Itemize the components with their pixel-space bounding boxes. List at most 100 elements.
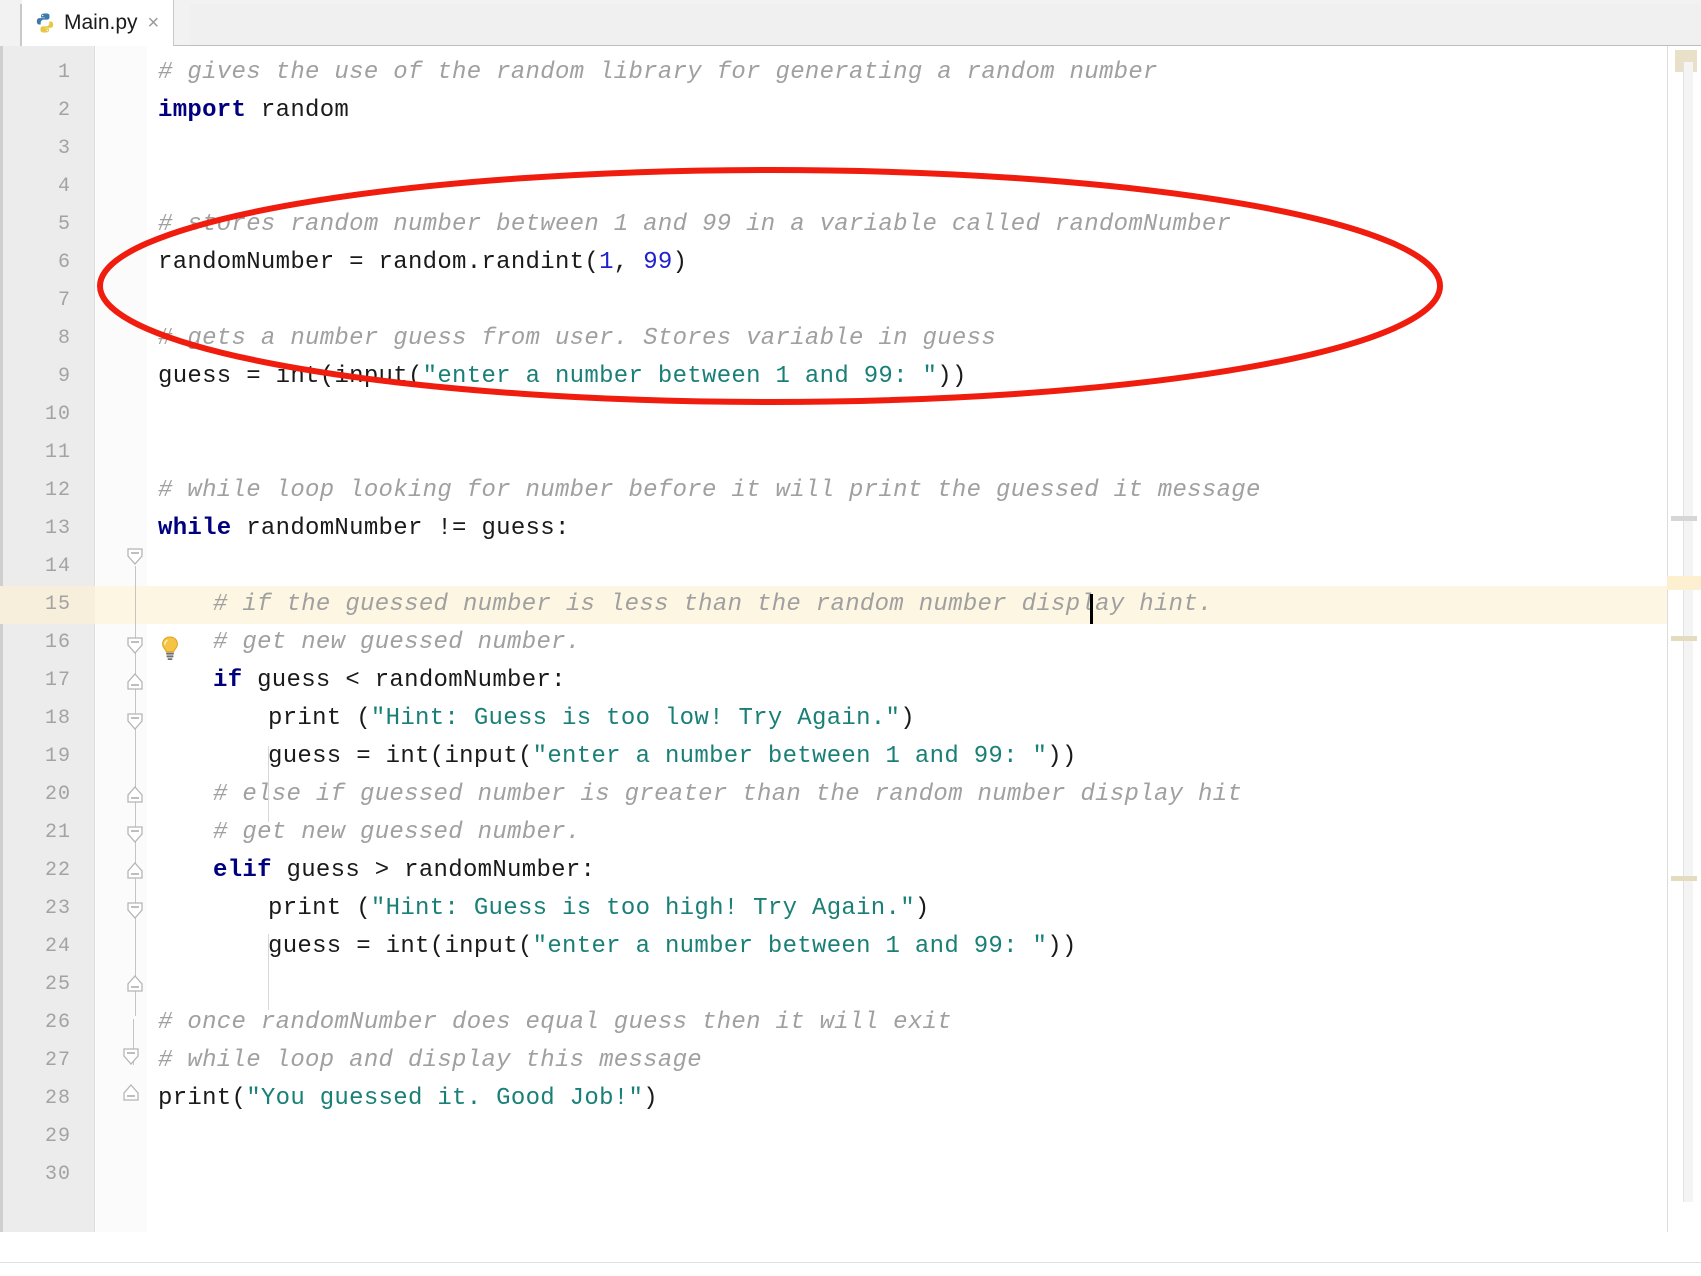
code-text: # while loop and display this message (158, 1042, 702, 1080)
code-editor[interactable]: 1 # gives the use of the random library f… (0, 46, 1701, 1276)
token-fn: input (444, 743, 518, 770)
fold-marker-line-15[interactable] (124, 635, 146, 657)
fold-marker-line-26[interactable] (120, 1046, 142, 1068)
token-str: "enter a number between 1 and 99: " (422, 363, 938, 390)
code-line-6[interactable]: 6 randomNumber = random.randint(1, 99) (0, 244, 1701, 282)
code-line-14[interactable]: 14 (0, 548, 1701, 586)
scrollbar-marker-caret[interactable] (1671, 516, 1697, 521)
code-line-11[interactable]: 11 (0, 434, 1701, 472)
code-line-29[interactable]: 29 (0, 1118, 1701, 1156)
line-number: 1 (57, 61, 71, 84)
code-line-25[interactable]: 25 (0, 966, 1701, 1004)
code-line-21[interactable]: 21 # get new guessed number. (0, 814, 1701, 852)
code-line-3[interactable]: 3 (0, 130, 1701, 168)
code-line-28[interactable]: 28 print("You guessed it. Good Job!") (0, 1080, 1701, 1118)
code-line-16[interactable]: 16 # get new guessed number. (0, 624, 1701, 662)
pycharm-editor-window: Main.py × 1 # gives the use of the random… (0, 0, 1701, 1276)
fold-marker-line-24[interactable] (124, 975, 146, 997)
code-line-18[interactable]: 18 print ("Hint: Guess is too low! Try Ag… (0, 700, 1701, 738)
token-kw: elif (213, 857, 272, 884)
token-com: # if the guessed number is less than the… (213, 591, 1213, 618)
code-text: # while loop looking for number before i… (158, 472, 1261, 510)
line-number: 5 (57, 213, 71, 236)
token-def: guess < randomNumber: (242, 667, 566, 694)
code-text: print ("Hint: Guess is too low! Try Agai… (268, 700, 915, 738)
code-text: guess = int(input("enter a number betwee… (158, 358, 967, 396)
token-str: "enter a number between 1 and 99: " (532, 933, 1048, 960)
code-text: # get new guessed number. (213, 624, 581, 662)
code-line-22[interactable]: 22 elif guess > randomNumber: (0, 852, 1701, 890)
code-line-24[interactable]: 24 guess = int(input("enter a number betw… (0, 928, 1701, 966)
line-number: 4 (57, 175, 71, 198)
code-line-7[interactable]: 7 (0, 282, 1701, 320)
fold-marker-line-22[interactable] (124, 900, 146, 922)
code-lines-container: 1 # gives the use of the random library f… (0, 46, 1701, 1232)
line-number: 19 (44, 745, 71, 768)
code-line-10[interactable]: 10 (0, 396, 1701, 434)
lightbulb-intention-icon[interactable] (158, 635, 182, 661)
tab-bar-left-rail (0, 0, 20, 46)
line-number: 8 (57, 327, 71, 350)
token-def: ( (429, 743, 445, 770)
fold-marker-line-27[interactable] (120, 1084, 142, 1106)
code-text: # gets a number guess from user. Stores … (158, 320, 996, 358)
token-fn: print (158, 1085, 232, 1112)
token-def: guess > randomNumber: (271, 857, 596, 884)
line-number: 23 (44, 897, 71, 920)
code-line-8[interactable]: 8 # gets a number guess from user. Stores… (0, 320, 1701, 358)
code-line-15[interactable]: 15 # if the guessed number is less than t… (0, 586, 1701, 624)
line-number: 13 (44, 517, 71, 540)
code-line-5[interactable]: 5 # stores random number between 1 and 99… (0, 206, 1701, 244)
vertical-scrollbar-track[interactable] (1683, 62, 1693, 1202)
tab-main-py[interactable]: Main.py × (22, 0, 175, 46)
line-number: 27 (44, 1049, 71, 1072)
fold-marker-line-19[interactable] (124, 786, 146, 808)
close-icon[interactable]: × (148, 13, 160, 33)
code-line-27[interactable]: 27 # while loop and display this message (0, 1042, 1701, 1080)
code-line-1[interactable]: 1 # gives the use of the random library f… (0, 54, 1701, 92)
code-line-4[interactable]: 4 (0, 168, 1701, 206)
scrollbar-marker-a[interactable] (1671, 636, 1697, 641)
token-com: # else if guessed number is greater than… (213, 781, 1243, 808)
code-line-9[interactable]: 9 guess = int(input("enter a number betwe… (0, 358, 1701, 396)
line-number: 11 (44, 441, 71, 464)
code-text: print("You guessed it. Good Job!") (158, 1080, 658, 1118)
code-line-26[interactable]: 26 # once randomNumber does equal guess t… (0, 1004, 1701, 1042)
fold-marker-line-21[interactable] (124, 862, 146, 884)
line-number: 12 (44, 479, 71, 502)
token-def: ) (672, 249, 688, 276)
token-com: # once randomNumber does equal guess the… (158, 1009, 952, 1036)
code-line-17[interactable]: 17 if guess < randomNumber: (0, 662, 1701, 700)
fold-marker-line-13[interactable] (124, 546, 146, 568)
token-num: 1 (599, 249, 614, 276)
code-line-19[interactable]: 19 guess = int(input("enter a number betw… (0, 738, 1701, 776)
token-com: # stores random number between 1 and 99 … (158, 211, 1232, 238)
token-def: randomNumber != guess: (231, 515, 570, 542)
code-text: import random (158, 92, 349, 130)
line-number: 22 (44, 859, 71, 882)
line-number: 3 (57, 137, 71, 160)
token-com: # while loop and display this message (158, 1047, 702, 1074)
token-com: # gets a number guess from user. Stores … (158, 325, 997, 352)
code-line-2[interactable]: 2 import random (0, 92, 1701, 130)
token-kw: while (158, 515, 232, 542)
fold-marker-line-17[interactable] (124, 711, 146, 733)
code-line-23[interactable]: 23 print ("Hint: Guess is too high! Try A… (0, 890, 1701, 928)
code-line-12[interactable]: 12 # while loop looking for number before… (0, 472, 1701, 510)
editor-scrollbar-gutter[interactable] (1667, 46, 1701, 1232)
code-line-30[interactable]: 30 (0, 1156, 1701, 1194)
line-number: 28 (44, 1087, 71, 1110)
token-kw: if (213, 667, 243, 694)
code-text: elif guess > randomNumber: (213, 852, 595, 890)
code-line-13[interactable]: 13 while randomNumber != guess: (0, 510, 1701, 548)
token-def: ) (643, 1085, 658, 1112)
fold-marker-line-16[interactable] (124, 673, 146, 695)
token-fn: input (444, 933, 518, 960)
token-def: guess = (158, 363, 276, 390)
line-number: 30 (44, 1163, 71, 1186)
scrollbar-marker-b[interactable] (1671, 876, 1697, 881)
code-line-20[interactable]: 20 # else if guessed number is greater th… (0, 776, 1701, 814)
line-number: 21 (44, 821, 71, 844)
fold-marker-line-20[interactable] (124, 824, 146, 846)
token-com: # while loop looking for number before i… (158, 477, 1261, 504)
